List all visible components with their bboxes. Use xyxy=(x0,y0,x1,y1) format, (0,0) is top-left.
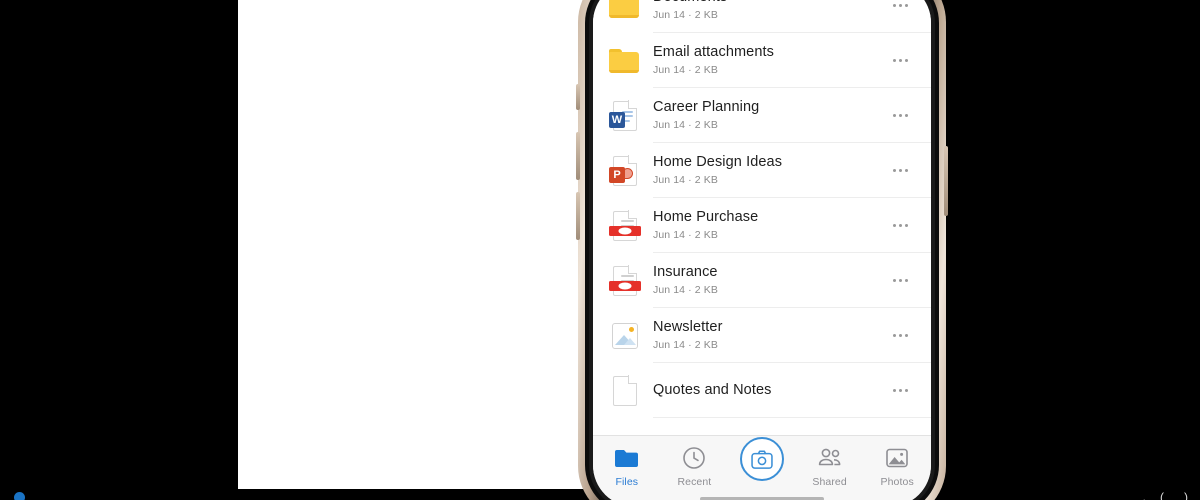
overflow-menu-icon[interactable] xyxy=(885,46,915,76)
overflow-menu-icon[interactable] xyxy=(885,321,915,351)
screenshot-canvas: Jun 14 · 2 KB Documents Jun 14 · 2 KB xyxy=(0,0,1200,500)
camera-capture-button[interactable] xyxy=(739,437,784,481)
overflow-menu-icon[interactable] xyxy=(885,156,915,186)
folder-icon xyxy=(609,45,641,77)
volume-up-button[interactable] xyxy=(576,132,580,180)
file-meta: Jun 14 · 2 KB xyxy=(653,9,718,21)
file-name: Quotes and Notes xyxy=(653,381,772,398)
tab-recent[interactable]: Recent xyxy=(661,445,729,488)
document-icon xyxy=(609,375,641,407)
file-name: Home Purchase xyxy=(653,209,759,225)
list-item[interactable]: Home Purchase Jun 14 · 2 KB xyxy=(593,198,931,253)
list-item[interactable]: Documents Jun 14 · 2 KB xyxy=(593,0,931,33)
tab-photos[interactable]: Photos xyxy=(863,445,931,488)
file-name: Career Planning xyxy=(653,99,760,115)
camera-icon xyxy=(751,449,773,469)
overflow-menu-icon[interactable] xyxy=(885,266,915,296)
clock-icon xyxy=(681,445,707,471)
silent-switch[interactable] xyxy=(576,84,580,110)
file-meta: Jun 14 · 2 KB xyxy=(653,174,718,186)
pdf-icon xyxy=(609,210,641,242)
file-name: Documents xyxy=(653,0,885,7)
file-meta: Jun 14 · 2 KB xyxy=(653,339,718,351)
word-doc-icon: W xyxy=(609,100,641,132)
power-button[interactable] xyxy=(944,146,948,216)
bottom-tab-bar[interactable]: Files Recent Shared Photos xyxy=(593,435,931,500)
list-item[interactable]: P Home Design Ideas Jun 14 · 2 KB xyxy=(593,143,931,198)
corner-watermark-mark: ) xyxy=(1184,490,1188,500)
folder-icon xyxy=(614,445,640,471)
corner-watermark-mark: ( xyxy=(1160,490,1164,500)
corner-watermark-mark: . xyxy=(1142,490,1146,500)
phone-device-mockup: Jun 14 · 2 KB Documents Jun 14 · 2 KB xyxy=(576,0,948,500)
file-meta: Jun 14 · 2 KB xyxy=(653,284,718,296)
people-icon xyxy=(817,445,843,471)
list-item[interactable]: Quotes and Notes xyxy=(593,363,931,418)
list-item[interactable]: Email attachments Jun 14 · 2 KB xyxy=(593,33,931,88)
phone-screen: Jun 14 · 2 KB Documents Jun 14 · 2 KB xyxy=(593,0,931,500)
slide-panel: Jun 14 · 2 KB Documents Jun 14 · 2 KB xyxy=(238,0,948,500)
file-meta: Jun 14 · 2 KB xyxy=(653,119,718,131)
folder-icon xyxy=(609,0,641,22)
file-meta: Jun 14 · 2 KB xyxy=(653,64,718,76)
file-name: Insurance xyxy=(653,264,718,280)
volume-down-button[interactable] xyxy=(576,192,580,240)
tab-label: Photos xyxy=(880,476,914,488)
file-name: Newsletter xyxy=(653,319,723,335)
tab-shared[interactable]: Shared xyxy=(796,445,864,488)
tab-label: Files xyxy=(615,476,639,488)
list-item[interactable]: Newsletter Jun 14 · 2 KB xyxy=(593,308,931,363)
list-item[interactable]: Insurance Jun 14 · 2 KB xyxy=(593,253,931,308)
file-list[interactable]: Jun 14 · 2 KB Documents Jun 14 · 2 KB xyxy=(593,0,931,435)
tab-files[interactable]: Files xyxy=(593,445,661,488)
powerpoint-icon: P xyxy=(609,155,641,187)
photo-icon xyxy=(884,445,910,471)
overflow-menu-icon[interactable] xyxy=(885,0,915,21)
file-name: Home Design Ideas xyxy=(653,154,783,170)
list-item[interactable]: W Career Planning Jun 14 · 2 KB xyxy=(593,88,931,143)
tab-label: Recent xyxy=(677,476,712,488)
tab-label: Shared xyxy=(812,476,847,488)
overflow-menu-icon[interactable] xyxy=(885,376,915,406)
pdf-icon xyxy=(609,265,641,297)
overflow-menu-icon[interactable] xyxy=(885,211,915,241)
overflow-menu-icon[interactable] xyxy=(885,101,915,131)
file-meta: Jun 14 · 2 KB xyxy=(653,229,718,241)
photo-icon xyxy=(609,320,641,352)
file-name: Email attachments xyxy=(653,44,774,60)
corner-badge-dot xyxy=(14,492,25,500)
